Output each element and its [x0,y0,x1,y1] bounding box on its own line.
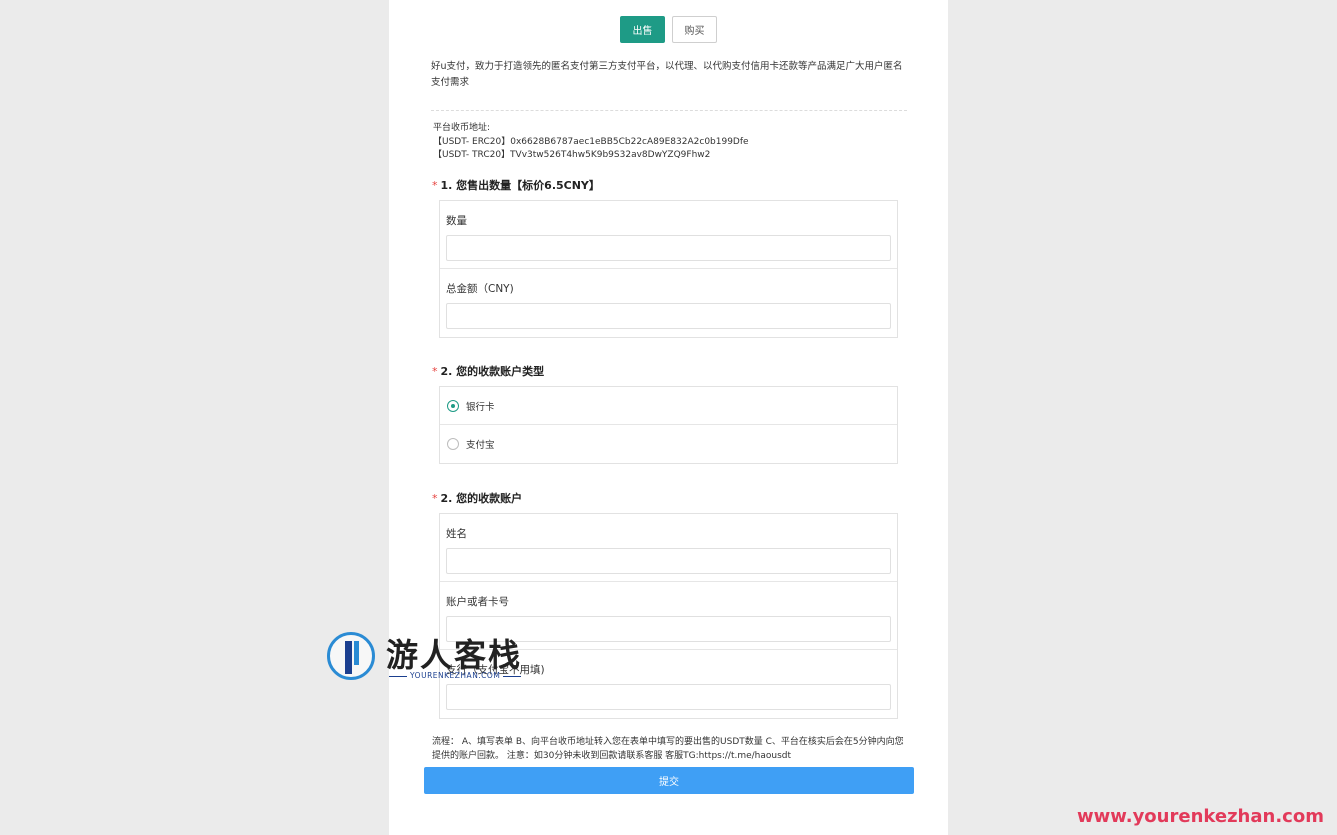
watermark-url: www.yourenkezhan.com [1077,806,1324,827]
address-trc20: 【USDT- TRC20】TVv3tw526T4hw5K9b9S32av8DwY… [433,150,711,160]
quantity-label: 数量 [446,215,467,227]
name-field: 姓名 [440,514,897,582]
platform-address-block: 平台收币地址: 【USDT- ERC20】0x6628B6787aec1eBB5… [433,122,749,163]
section3-title-text: 2. 您的收款账户 [440,492,523,505]
section3-title: * 2. 您的收款账户 [432,490,522,506]
address-erc20: 【USDT- ERC20】0x6628B6787aec1eBB5Cb22cA89… [433,136,749,147]
section1-title-text: 1. 您售出数量【标价6.5CNY】 [440,179,600,192]
option-bank-card-label: 银行卡 [466,401,495,413]
section1-title: * 1. 您售出数量【标价6.5CNY】 [432,177,600,193]
required-mark: * [432,492,438,505]
quantity-input[interactable] [446,235,891,261]
account-box: 姓名 账户或者卡号 支行（支付宝不用填) [439,513,898,719]
radio-unchecked-icon[interactable] [447,438,459,450]
branch-input[interactable] [446,684,891,710]
watermark-logo-sub: YOURENKEZHAN.COM [386,671,524,680]
option-alipay-label: 支付宝 [466,440,495,451]
option-alipay[interactable]: 支付宝 [440,425,897,463]
required-mark: * [432,179,438,192]
tab-buy[interactable]: 购买 [672,16,717,43]
section2-title-text: 2. 您的收款账户类型 [440,365,545,378]
total-amount-label: 总金额（CNY) [446,283,514,295]
name-input[interactable] [446,548,891,574]
tab-sell[interactable]: 出售 [620,16,665,43]
watermark-logo-icon [327,632,375,680]
form-page: 出售 购买 好u支付，致力于打造领先的匿名支付第三方支付平台，以代理、以代购支付… [389,0,948,835]
account-number-label: 账户或者卡号 [446,596,509,608]
intro-text: 好u支付，致力于打造领先的匿名支付第三方支付平台，以代理、以代购支付信用卡还款等… [431,61,903,88]
watermark-logo: 游人客栈 YOURENKEZHAN.COM [326,630,520,686]
quantity-field: 数量 [440,201,897,269]
total-amount-input[interactable] [446,303,891,329]
total-amount-field: 总金额（CNY) [440,269,897,337]
required-mark: * [432,365,438,378]
section1-box: 数量 总金额（CNY) [439,200,898,338]
mode-tabs: 出售 购买 [620,16,717,43]
watermark-logo-text: 游人客栈 [386,636,523,674]
radio-checked-icon[interactable] [447,399,459,412]
option-bank-card[interactable]: 银行卡 [440,387,897,425]
process-note: 流程： A、填写表单 B、向平台收币地址转入您在表单中填写的要出售的USDT数量… [432,737,904,761]
address-title: 平台收币地址: [433,123,491,133]
name-label: 姓名 [446,528,467,540]
divider [431,110,907,111]
section2-title: * 2. 您的收款账户类型 [432,363,544,379]
account-type-box: 银行卡 支付宝 [439,386,898,464]
submit-button[interactable]: 提交 [424,767,914,794]
